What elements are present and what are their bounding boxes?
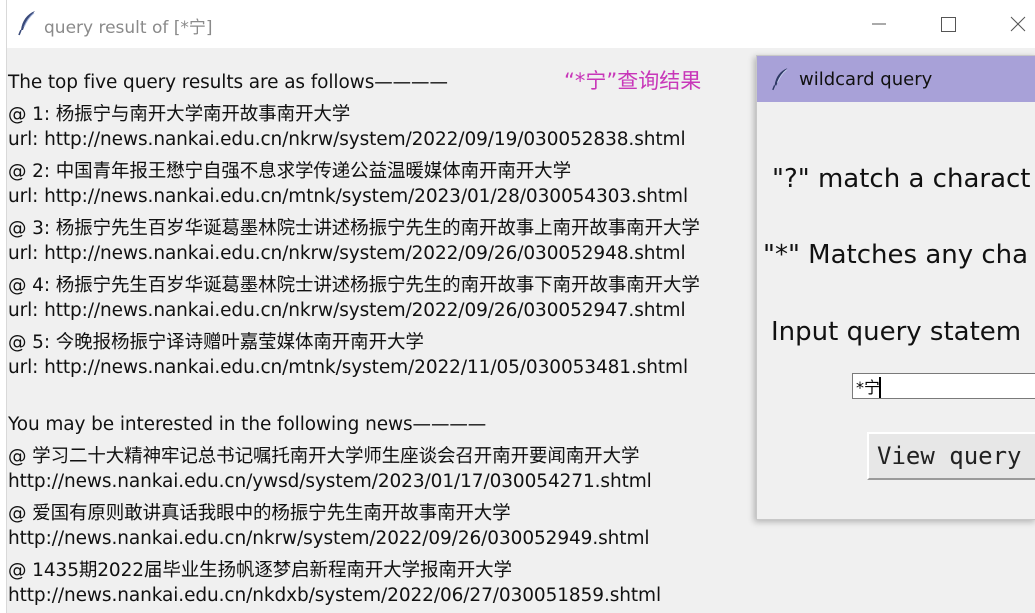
result-url: url: http://news.nankai.edu.cn/nkrw/syst… [8, 243, 686, 264]
interest-url: http://news.nankai.edu.cn/nkdxb/system/2… [8, 585, 661, 606]
maximize-icon [941, 17, 956, 32]
result-title: @ 4: 杨振宁先生百岁华诞葛墨林院士讲述杨振宁先生的南开故事下南开故事南开大学 [8, 275, 700, 296]
feather-icon [18, 11, 35, 36]
minimize-button[interactable] [855, 8, 901, 40]
interest-title: @ 1435期2022届毕业生扬帆逐梦启新程南开大学报南开大学 [8, 560, 512, 581]
result-url: url: http://news.nankai.edu.cn/mtnk/syst… [8, 357, 689, 378]
close-icon [1010, 16, 1026, 32]
interest-intro: You may be interested in the following n… [8, 414, 487, 435]
help-asterisk: "*" Matches any cha [763, 240, 1029, 270]
maximize-button[interactable] [925, 8, 971, 40]
minimize-icon [872, 23, 886, 25]
interest-title: @ 爱国有原则敢讲真话我眼中的杨振宁先生南开故事南开大学 [8, 503, 511, 524]
title-bar[interactable]: query result of [*宁] [7, 0, 1035, 48]
feather-icon [772, 68, 788, 91]
wildcard-title-bar[interactable]: wildcard query [757, 56, 1035, 102]
close-button[interactable] [995, 8, 1035, 40]
interest-url: http://news.nankai.edu.cn/ywsd/system/20… [8, 471, 652, 492]
window-title: query result of [*宁] [44, 18, 213, 38]
text-cursor [879, 377, 881, 398]
result-title: @ 3: 杨振宁先生百岁华诞葛墨林院士讲述杨振宁先生的南开故事上南开故事南开大学 [8, 218, 700, 239]
results-intro: The top five query results are as follow… [8, 72, 448, 93]
wildcard-window-title: wildcard query [799, 69, 933, 90]
background-window-edge [0, 0, 7, 613]
view-query-button[interactable]: View query [867, 432, 1035, 480]
help-question-mark: "?" match a charact [772, 164, 1031, 194]
interest-title: @ 学习二十大精神牢记总书记嘱托南开大学师生座谈会召开南开要闻南开大学 [8, 446, 640, 467]
input-label: Input query statem [771, 317, 1022, 347]
wildcard-query-window: wildcard query "?" match a charact "*" M… [756, 55, 1035, 520]
result-title: @ 2: 中国青年报王懋宁自强不息求学传递公益温暖媒体南开南开大学 [8, 161, 571, 182]
result-url: url: http://news.nankai.edu.cn/mtnk/syst… [8, 186, 689, 207]
result-heading: “*宁”查询结果 [564, 69, 702, 93]
result-url: url: http://news.nankai.edu.cn/nkrw/syst… [8, 129, 686, 150]
interest-url: http://news.nankai.edu.cn/nkrw/system/20… [8, 528, 650, 549]
result-title: @ 1: 杨振宁与南开大学南开故事南开大学 [8, 104, 351, 125]
result-url: url: http://news.nankai.edu.cn/nkrw/syst… [8, 300, 686, 321]
result-title: @ 5: 今晚报杨振宁译诗赠叶嘉莹媒体南开南开大学 [8, 332, 424, 353]
